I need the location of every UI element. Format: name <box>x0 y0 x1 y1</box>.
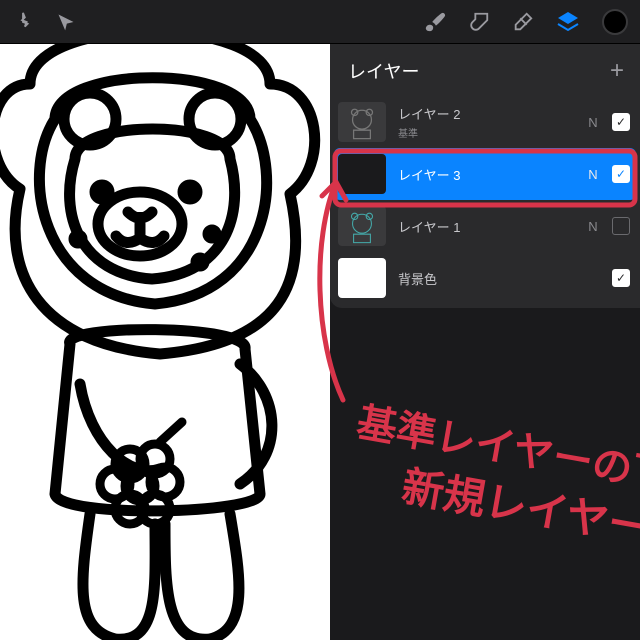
layer-row[interactable]: レイヤー 1 N <box>330 200 640 252</box>
annotation-line2: 新規レイヤー <box>398 463 640 553</box>
layer-blend-mode[interactable]: N <box>586 115 600 130</box>
smudge-icon[interactable] <box>468 11 490 33</box>
layers-panel: レイヤー + レイヤー 2 基準 N ✓ レイヤー 3 N ✓ レイヤー 1 N <box>330 44 640 308</box>
layer-visibility-checkbox[interactable] <box>612 217 630 235</box>
layer-row[interactable]: レイヤー 2 基準 N ✓ <box>330 96 640 148</box>
layer-name: レイヤー 2 <box>398 104 574 123</box>
adjust-icon[interactable] <box>12 11 34 33</box>
layer-visibility-checkbox[interactable]: ✓ <box>612 165 630 183</box>
brush-icon[interactable] <box>424 11 446 33</box>
layers-panel-title: レイヤー <box>348 58 419 84</box>
layer-name: レイヤー 1 <box>398 217 574 236</box>
canvas-artwork <box>0 44 330 640</box>
layer-thumbnail <box>338 102 386 142</box>
eraser-icon[interactable] <box>512 11 534 33</box>
top-toolbar <box>0 0 640 44</box>
annotation-line1: 基準レイヤーの下に <box>353 401 640 507</box>
layer-name: 背景色 <box>398 269 574 288</box>
layer-thumbnail <box>338 154 386 194</box>
add-layer-button[interactable]: + <box>610 59 624 83</box>
layer-thumbnail <box>338 258 386 298</box>
layer-subtitle: 基準 <box>398 125 574 140</box>
layer-row-background[interactable]: 背景色 ✓ <box>330 252 640 304</box>
arrow-icon[interactable] <box>56 12 76 32</box>
color-swatch[interactable] <box>602 9 628 35</box>
layers-icon[interactable] <box>556 10 580 34</box>
layer-thumbnail <box>338 206 386 246</box>
layer-blend-mode[interactable]: N <box>586 167 600 182</box>
layer-visibility-checkbox[interactable]: ✓ <box>612 113 630 131</box>
layer-visibility-checkbox[interactable]: ✓ <box>612 269 630 287</box>
layer-name: レイヤー 3 <box>398 165 574 184</box>
layer-row-selected[interactable]: レイヤー 3 N ✓ <box>334 148 636 200</box>
canvas[interactable] <box>0 44 330 640</box>
layer-blend-mode[interactable]: N <box>586 219 600 234</box>
